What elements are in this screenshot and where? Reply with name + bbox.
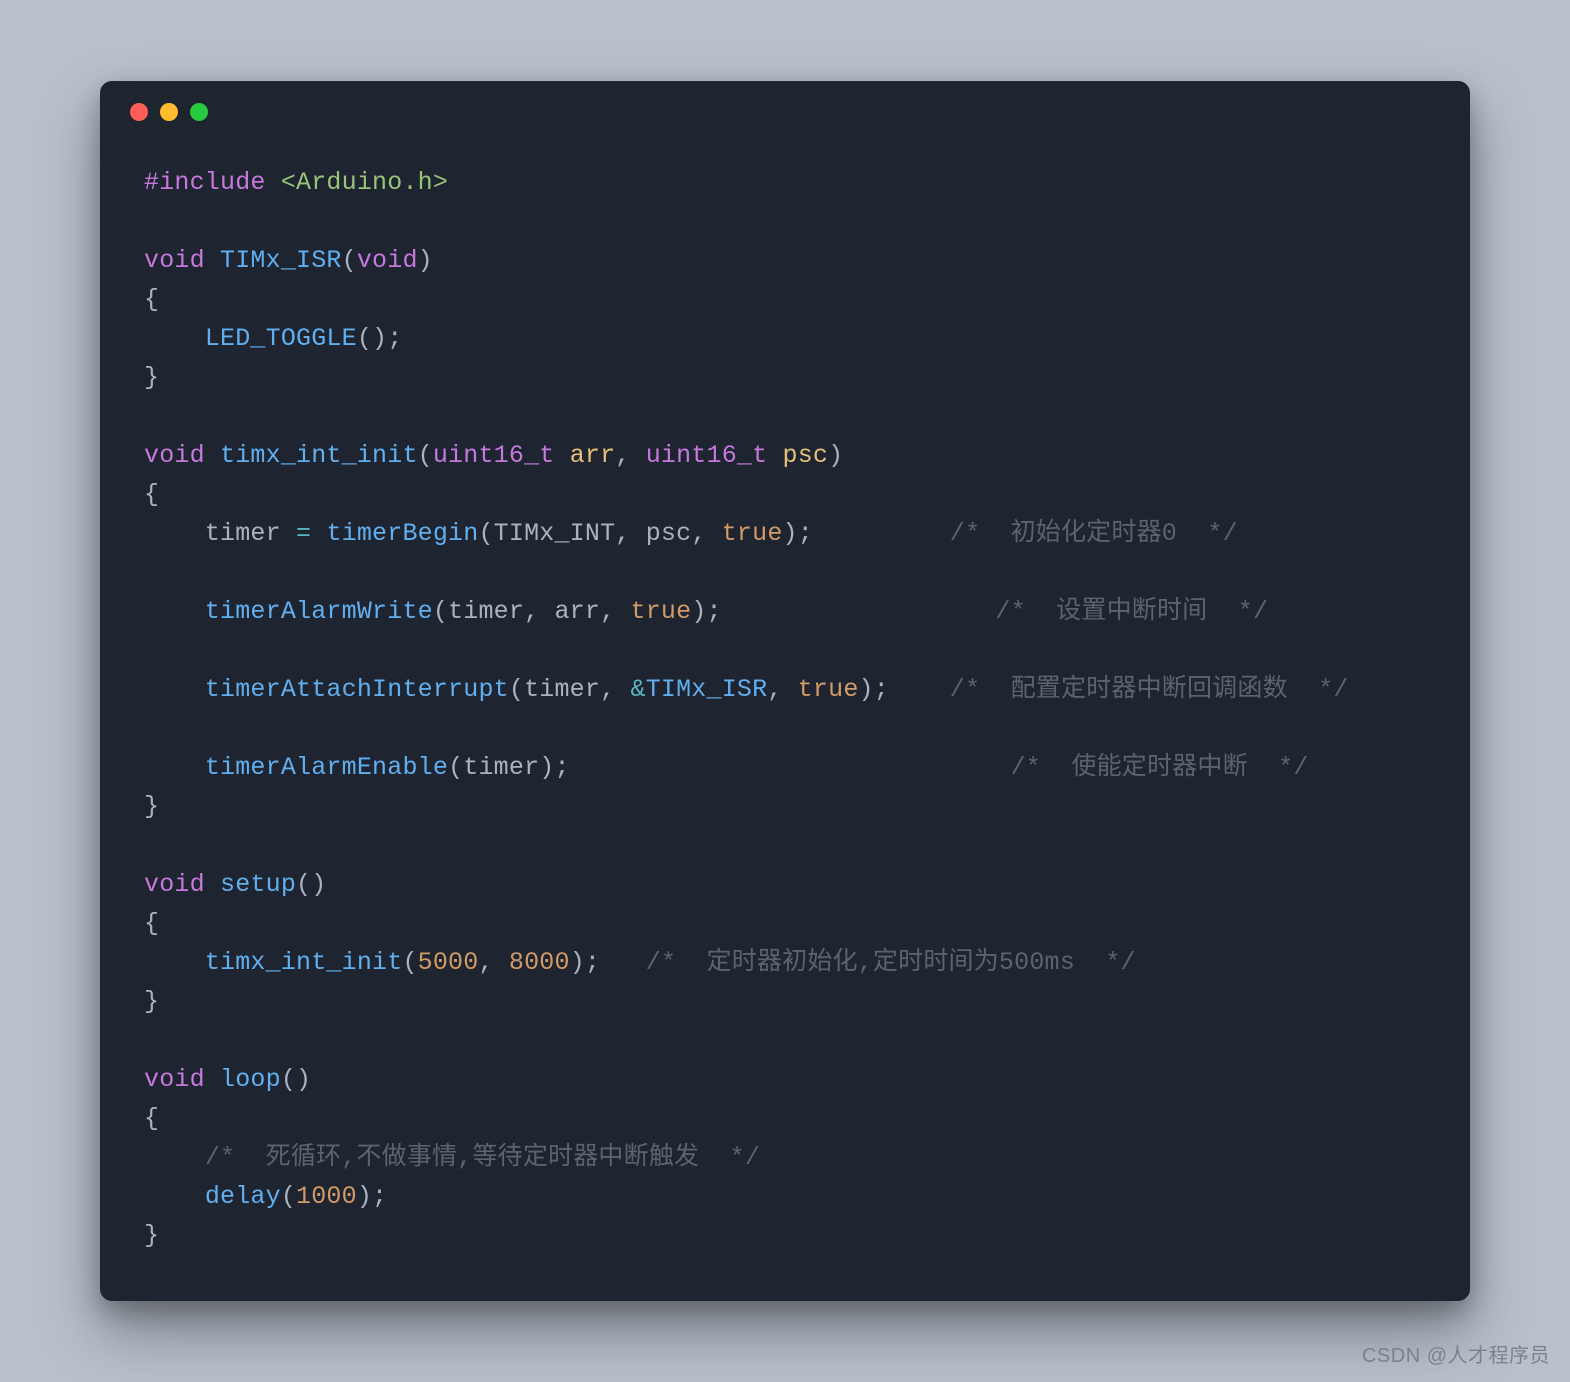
code-window: #include <Arduino.h> void TIMx_ISR(void)… (100, 81, 1470, 1301)
punc: , (524, 597, 554, 626)
punc: ); (859, 675, 889, 704)
tok-include: #include (144, 168, 266, 197)
punc: } (144, 363, 159, 392)
punc: { (144, 480, 159, 509)
comment: /* 使能定时器中断 */ (1011, 753, 1309, 782)
punc: ); (783, 519, 813, 548)
fn-loop: loop (220, 1065, 281, 1094)
op-addr: & (631, 675, 646, 704)
tok-true: true (631, 597, 692, 626)
punc: ) (828, 441, 843, 470)
fn-led-toggle: LED_TOGGLE (205, 324, 357, 353)
punc: , (600, 675, 630, 704)
tok-void: void (144, 246, 205, 275)
tok-uint16: uint16_t (433, 441, 555, 470)
id-timx-int: TIMx_INT (494, 519, 616, 548)
fn-timx-int-init: timx_int_init (205, 948, 403, 977)
id-arr: arr (554, 597, 600, 626)
punc: ( (281, 1182, 296, 1211)
punc: ( (342, 246, 357, 275)
id-timer: timer (448, 597, 524, 626)
punc: ); (539, 753, 569, 782)
comment: /* 设置中断时间 */ (995, 597, 1268, 626)
fn-timx-isr: TIMx_ISR (220, 246, 342, 275)
minimize-icon (160, 103, 178, 121)
punc: ( (448, 753, 463, 782)
punc: (); (357, 324, 403, 353)
window-titlebar (100, 81, 1470, 143)
tok-uint16: uint16_t (646, 441, 768, 470)
watermark: CSDN @人才程序员 (1362, 1339, 1550, 1368)
punc: , (691, 519, 721, 548)
tok-header: <Arduino.h> (281, 168, 448, 197)
punc: ); (691, 597, 721, 626)
punc: ( (418, 441, 433, 470)
fn-delay: delay (205, 1182, 281, 1211)
comment: /* 初始化定时器0 */ (950, 519, 1238, 548)
tok-true: true (798, 675, 859, 704)
punc: ( (478, 519, 493, 548)
punc: () (296, 870, 326, 899)
punc: () (281, 1065, 311, 1094)
fn-timeralarmenable: timerAlarmEnable (205, 753, 448, 782)
tok-void: void (357, 246, 418, 275)
fn-timerattachinterrupt: timerAttachInterrupt (205, 675, 509, 704)
punc: { (144, 909, 159, 938)
tok-true: true (722, 519, 783, 548)
punc: , (615, 441, 645, 470)
punc: { (144, 285, 159, 314)
punc: ); (570, 948, 600, 977)
num-5000: 5000 (418, 948, 479, 977)
id-psc: psc (783, 441, 829, 470)
punc: ) (418, 246, 433, 275)
punc: , (615, 519, 645, 548)
code-area: #include <Arduino.h> void TIMx_ISR(void)… (100, 143, 1470, 1255)
close-icon (130, 103, 148, 121)
punc: , (478, 948, 508, 977)
id-timer: timer (463, 753, 539, 782)
punc: ( (433, 597, 448, 626)
punc: } (144, 987, 159, 1016)
id-timer: timer (205, 519, 281, 548)
punc: { (144, 1104, 159, 1133)
punc: ( (402, 948, 417, 977)
fn-timx-isr: TIMx_ISR (646, 675, 768, 704)
fn-timx-int-init: timx_int_init (220, 441, 418, 470)
punc: ( (509, 675, 524, 704)
id-arr: arr (570, 441, 616, 470)
id-timer: timer (524, 675, 600, 704)
comment: /* 死循环,不做事情,等待定时器中断触发 */ (205, 1143, 760, 1172)
fn-timeralarmwrite: timerAlarmWrite (205, 597, 433, 626)
punc: } (144, 792, 159, 821)
comment: /* 定时器初始化,定时时间为500ms */ (646, 948, 1136, 977)
op-assign: = (296, 519, 311, 548)
num-8000: 8000 (509, 948, 570, 977)
punc: , (767, 675, 797, 704)
tok-void: void (144, 870, 205, 899)
punc: , (600, 597, 630, 626)
tok-void: void (144, 441, 205, 470)
fn-timerbegin: timerBegin (326, 519, 478, 548)
zoom-icon (190, 103, 208, 121)
fn-setup: setup (220, 870, 296, 899)
id-psc: psc (646, 519, 692, 548)
punc: ); (357, 1182, 387, 1211)
num-1000: 1000 (296, 1182, 357, 1211)
punc: } (144, 1221, 159, 1250)
comment: /* 配置定时器中断回调函数 */ (950, 675, 1349, 704)
tok-void: void (144, 1065, 205, 1094)
